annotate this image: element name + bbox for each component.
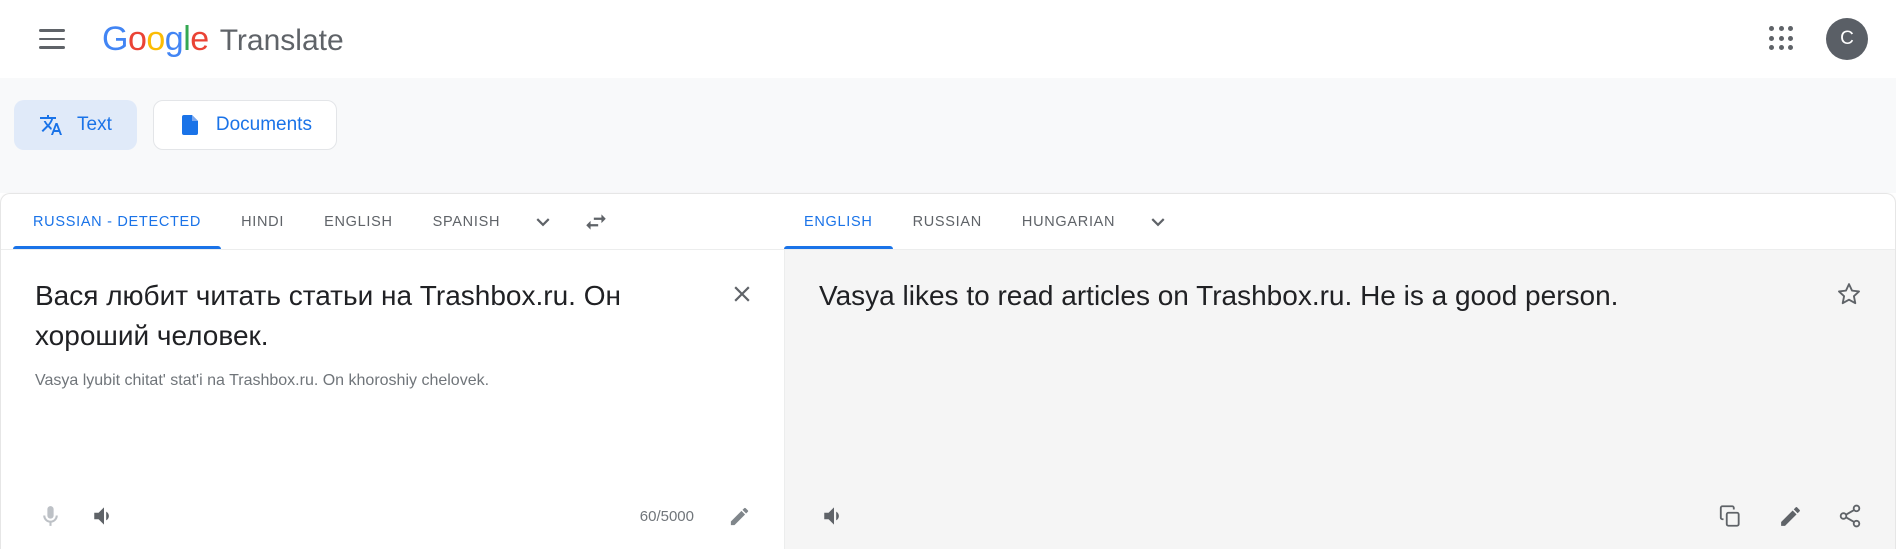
- source-lang-label-0: RUSSIAN - DETECTED: [33, 213, 202, 230]
- target-toolbar: [785, 483, 1895, 549]
- target-lang-label-2: HUNGARIAN: [1021, 213, 1116, 230]
- target-lang-tab-0[interactable]: ENGLISH: [784, 194, 893, 249]
- translated-text: Vasya likes to read articles on Trashbox…: [819, 280, 1619, 311]
- target-speaker-button[interactable]: [811, 493, 857, 539]
- share-translation-button[interactable]: [1827, 493, 1873, 539]
- save-translation-button[interactable]: [1829, 274, 1869, 314]
- share-icon: [1837, 503, 1863, 529]
- source-lang-tab-3[interactable]: SPANISH: [413, 194, 520, 249]
- target-lang-tab-2[interactable]: HUNGARIAN: [1002, 194, 1135, 249]
- close-icon: [729, 281, 755, 307]
- tab-text-label: Text: [77, 114, 112, 135]
- google-logo: Google: [102, 20, 209, 59]
- logo-letter-o1: o: [127, 19, 147, 58]
- chevron-down-icon: [1145, 209, 1171, 235]
- target-lang-label-1: RUSSIAN: [912, 213, 982, 230]
- pencil-icon: [1778, 504, 1803, 529]
- source-more-languages-button[interactable]: [520, 194, 566, 249]
- character-counter: 60/5000: [639, 507, 694, 525]
- target-more-languages-button[interactable]: [1135, 194, 1181, 249]
- target-actions: [1707, 493, 1873, 539]
- product-title: Translate: [219, 23, 344, 57]
- copy-icon: [1717, 503, 1743, 529]
- logo-letter-g2: g: [164, 19, 184, 58]
- source-transliteration: Vasya lyubit chitat' stat'i na Trashbox.…: [35, 371, 490, 389]
- copy-translation-button[interactable]: [1707, 493, 1753, 539]
- chevron-down-icon: [530, 209, 556, 235]
- source-lang-tab-2[interactable]: ENGLISH: [304, 194, 413, 249]
- swap-languages-icon: [583, 209, 609, 235]
- source-speaker-button[interactable]: [81, 493, 127, 539]
- document-icon: [178, 113, 202, 137]
- app-header: Google Translate C: [0, 0, 1896, 78]
- logo-letter-e: e: [190, 19, 209, 58]
- target-lang-tab-1[interactable]: RUSSIAN: [893, 194, 1002, 249]
- mode-tab-bar: Text Documents: [0, 78, 1896, 193]
- clear-source-button[interactable]: [722, 274, 762, 314]
- target-pane: Vasya likes to read articles on Trashbox…: [784, 250, 1895, 549]
- language-bar: RUSSIAN - DETECTED HINDI ENGLISH SPANISH: [1, 194, 1895, 249]
- google-translate-page: Google Translate C Text Documents RUSSIA…: [0, 0, 1896, 549]
- source-toolbar: 60/5000: [1, 483, 784, 549]
- source-text-input[interactable]: Вася любит читать статьи на Trashbox.ru.…: [1, 250, 784, 356]
- translate-card: RUSSIAN - DETECTED HINDI ENGLISH SPANISH: [0, 193, 1896, 549]
- tab-documents-label: Documents: [215, 114, 312, 135]
- translate-text-icon: [39, 113, 63, 137]
- source-lang-label-1: HINDI: [241, 213, 285, 230]
- source-lang-label-2: ENGLISH: [324, 213, 393, 230]
- target-lang-label-0: ENGLISH: [804, 213, 873, 230]
- avatar[interactable]: C: [1826, 18, 1868, 60]
- translation-panes: Вася любит читать статьи на Trashbox.ru.…: [1, 249, 1895, 549]
- speaker-icon: [91, 503, 117, 529]
- source-language-group: RUSSIAN - DETECTED HINDI ENGLISH SPANISH: [1, 194, 784, 249]
- tab-documents[interactable]: Documents: [152, 100, 337, 150]
- logo-letter-g: G: [102, 19, 128, 58]
- logo-letter-o2: o: [146, 19, 165, 58]
- google-apps-grid-icon[interactable]: [1760, 17, 1804, 61]
- header-actions: C: [1760, 17, 1868, 61]
- source-lang-tab-1[interactable]: HINDI: [221, 194, 304, 249]
- target-language-group: ENGLISH RUSSIAN HUNGARIAN: [784, 194, 1895, 249]
- brand[interactable]: Google Translate: [102, 20, 344, 59]
- source-lang-tab-0[interactable]: RUSSIAN - DETECTED: [13, 194, 222, 249]
- tab-text[interactable]: Text: [14, 100, 137, 150]
- source-pane: Вася любит читать статьи на Trashbox.ru.…: [1, 250, 784, 549]
- target-edit-button[interactable]: [1767, 493, 1813, 539]
- hamburger-menu-icon[interactable]: [28, 15, 76, 63]
- microphone-icon: [38, 504, 63, 529]
- pencil-icon: [728, 505, 751, 528]
- source-lang-label-3: SPANISH: [432, 213, 501, 230]
- microphone-button[interactable]: [27, 493, 73, 539]
- swap-languages-button[interactable]: [566, 194, 626, 249]
- star-outline-icon: [1835, 280, 1863, 308]
- source-edit-button[interactable]: [716, 493, 762, 539]
- speaker-icon: [821, 503, 847, 529]
